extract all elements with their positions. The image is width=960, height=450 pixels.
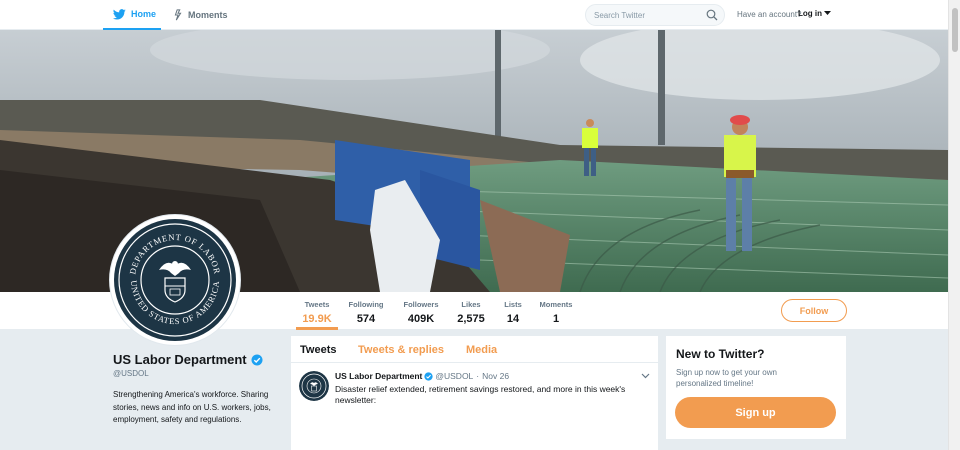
stat-label: Tweets xyxy=(304,300,330,309)
tweet-avatar[interactable] xyxy=(299,371,329,401)
search-icon[interactable] xyxy=(706,9,718,21)
tab-media[interactable]: Media xyxy=(466,344,497,356)
tab-tweets[interactable]: Tweets xyxy=(300,344,336,356)
timeline-tabs: Tweets Tweets & replies Media xyxy=(291,336,658,363)
scrollbar-thumb[interactable] xyxy=(952,8,958,52)
signup-button[interactable]: Sign up xyxy=(675,397,836,428)
verified-badge-icon xyxy=(251,354,263,365)
tweet-text: Disaster relief extended, retirement sav… xyxy=(335,384,626,405)
signup-card: New to Twitter? Sign up now to get your … xyxy=(666,336,846,439)
nav-home-label: Home xyxy=(131,9,157,19)
timeline: Tweets Tweets & replies Media US Labor D… xyxy=(291,336,658,450)
login-button[interactable]: Log in xyxy=(798,9,831,18)
stat-value: 19.9K xyxy=(302,313,332,325)
profile-bio: Strengthening America's workforce. Shari… xyxy=(113,390,271,424)
lightning-icon xyxy=(174,9,182,21)
stat-label: Followers xyxy=(403,300,439,309)
tweet-separator: · xyxy=(476,371,480,381)
signup-subtitle: Sign up now to get your own personalized… xyxy=(676,368,777,388)
stat-likes[interactable]: Likes 2,575 xyxy=(452,292,490,330)
chevron-down-icon[interactable] xyxy=(641,373,650,379)
follow-button[interactable]: Follow xyxy=(781,299,847,322)
stat-label: Lists xyxy=(504,300,522,309)
stat-tweets[interactable]: Tweets 19.9K xyxy=(296,292,338,330)
login-label: Log in xyxy=(798,9,822,18)
stat-value: 1 xyxy=(552,313,560,325)
tweet-author-name[interactable]: US Labor Department xyxy=(335,371,422,381)
department-of-labor-seal-icon: DEPARTMENT OF LABOR UNITED STATES OF AME… xyxy=(114,219,236,341)
profile-name-text: US Labor Department xyxy=(113,352,247,367)
stat-value: 574 xyxy=(356,313,376,325)
stat-lists[interactable]: Lists 14 xyxy=(500,292,526,330)
profile-avatar[interactable]: DEPARTMENT OF LABOR UNITED STATES OF AME… xyxy=(109,214,241,346)
verified-badge-icon xyxy=(424,371,433,381)
stat-moments[interactable]: Moments 1 xyxy=(536,292,576,330)
nav-home-tab[interactable]: Home xyxy=(103,0,161,30)
signup-title: New to Twitter? xyxy=(676,347,765,361)
stat-value: 409K xyxy=(407,313,435,325)
bird-icon xyxy=(113,8,126,20)
tab-tweets-and-replies[interactable]: Tweets & replies xyxy=(358,344,444,356)
page-scrollbar[interactable] xyxy=(948,0,960,450)
stat-value: 14 xyxy=(506,313,520,325)
stat-value: 2,575 xyxy=(457,313,485,325)
stat-label: Likes xyxy=(461,300,481,309)
tweet-header: US Labor Department @USDOL · Nov 26 xyxy=(335,371,509,381)
nav-moments-tab[interactable]: Moments xyxy=(167,0,231,30)
search-input[interactable] xyxy=(586,5,696,26)
nav-moments-label: Moments xyxy=(188,10,228,20)
tweet-date[interactable]: Nov 26 xyxy=(482,371,509,381)
profile-handle[interactable]: @USDOL xyxy=(113,369,149,378)
stat-followers[interactable]: Followers 409K xyxy=(399,292,443,330)
stat-label: Moments xyxy=(539,300,573,309)
tweet-author-handle[interactable]: @USDOL xyxy=(435,371,473,381)
caret-down-icon xyxy=(824,11,831,15)
search-box xyxy=(585,4,725,26)
top-navigation: Home Moments Have an account? Log in xyxy=(0,0,948,30)
have-account-text: Have an account? xyxy=(737,10,802,19)
stat-following[interactable]: Following 574 xyxy=(345,292,387,330)
stat-label: Following xyxy=(348,300,384,309)
profile-name: US Labor Department xyxy=(113,352,263,367)
